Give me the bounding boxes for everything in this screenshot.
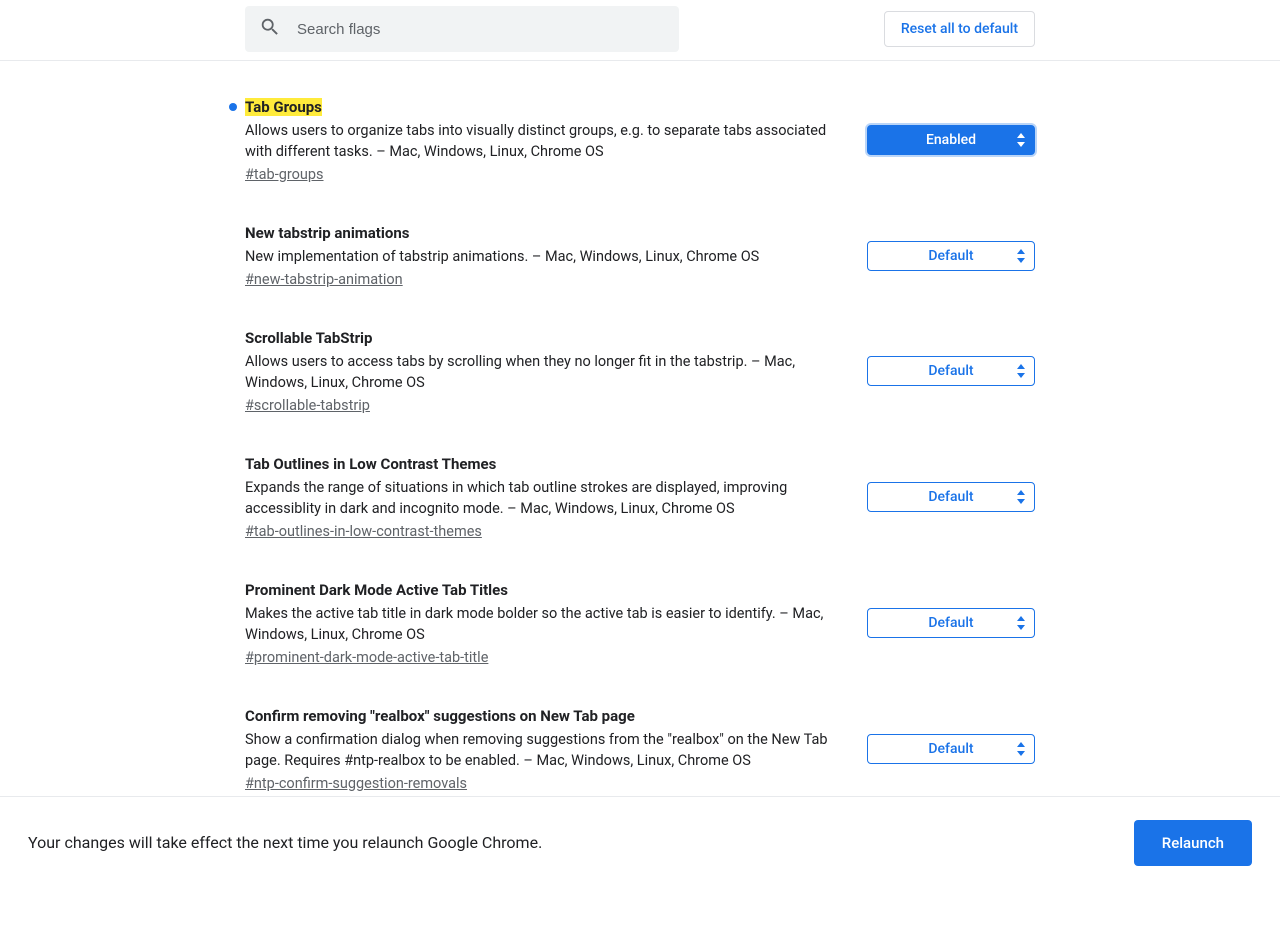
flag-text: Prominent Dark Mode Active Tab Titles Mak… bbox=[245, 580, 867, 666]
reset-all-button[interactable]: Reset all to default bbox=[884, 11, 1035, 47]
select-arrows-icon bbox=[1016, 742, 1026, 756]
flag-select[interactable]: Default bbox=[867, 241, 1035, 271]
topbar: Reset all to default bbox=[245, 6, 1035, 52]
flag-hash-link[interactable]: #tab-groups bbox=[245, 166, 324, 183]
modified-dot-icon bbox=[229, 103, 237, 111]
flag-title: Confirm removing "realbox" suggestions o… bbox=[245, 707, 635, 725]
select-arrows-icon bbox=[1016, 133, 1026, 147]
flag-description: New implementation of tabstrip animation… bbox=[245, 246, 847, 267]
flag-select[interactable]: Default bbox=[867, 482, 1035, 512]
flag-text: Tab Groups Allows users to organize tabs … bbox=[245, 97, 867, 183]
select-arrows-icon bbox=[1016, 364, 1026, 378]
flag-select[interactable]: Default bbox=[867, 608, 1035, 638]
flag-description: Expands the range of situations in which… bbox=[245, 477, 847, 519]
flag-hash-link[interactable]: #ntp-confirm-suggestion-removals bbox=[245, 775, 467, 792]
flags-list: Tab Groups Allows users to organize tabs … bbox=[245, 67, 1035, 792]
flag-row: Tab Groups Allows users to organize tabs … bbox=[245, 97, 1035, 183]
flag-select-value: Default bbox=[928, 741, 973, 757]
flag-text: Confirm removing "realbox" suggestions o… bbox=[245, 706, 867, 792]
flag-text: Tab Outlines in Low Contrast Themes Expan… bbox=[245, 454, 867, 540]
flag-hash-link[interactable]: #prominent-dark-mode-active-tab-title bbox=[245, 649, 488, 666]
flag-description: Allows users to organize tabs into visua… bbox=[245, 120, 847, 162]
select-arrows-icon bbox=[1016, 490, 1026, 504]
relaunch-button[interactable]: Relaunch bbox=[1134, 820, 1252, 866]
flag-select[interactable]: Default bbox=[867, 734, 1035, 764]
flag-text: New tabstrip animations New implementatio… bbox=[245, 223, 867, 288]
select-arrows-icon bbox=[1016, 249, 1026, 263]
search-box[interactable] bbox=[245, 6, 679, 52]
flag-hash-link[interactable]: #tab-outlines-in-low-contrast-themes bbox=[245, 523, 482, 540]
flag-row: Prominent Dark Mode Active Tab Titles Mak… bbox=[245, 580, 1035, 666]
flag-select-value: Enabled bbox=[926, 132, 976, 148]
flag-hash-link[interactable]: #new-tabstrip-animation bbox=[245, 271, 403, 288]
flag-select-value: Default bbox=[928, 489, 973, 505]
flag-row: Confirm removing "realbox" suggestions o… bbox=[245, 706, 1035, 792]
flag-title: New tabstrip animations bbox=[245, 224, 409, 242]
flag-hash-link[interactable]: #scrollable-tabstrip bbox=[245, 397, 370, 414]
flag-description: Show a confirmation dialog when removing… bbox=[245, 729, 847, 771]
flag-description: Allows users to access tabs by scrolling… bbox=[245, 351, 847, 393]
footer-message: Your changes will take effect the next t… bbox=[28, 833, 542, 852]
select-arrows-icon bbox=[1016, 616, 1026, 630]
flag-select-value: Default bbox=[928, 615, 973, 631]
flag-title: Tab Groups bbox=[245, 98, 322, 116]
flag-select[interactable]: Default bbox=[867, 356, 1035, 386]
flag-title: Tab Outlines in Low Contrast Themes bbox=[245, 455, 496, 473]
flag-select[interactable]: Enabled bbox=[867, 125, 1035, 155]
flag-row: Tab Outlines in Low Contrast Themes Expan… bbox=[245, 454, 1035, 540]
flag-title: Prominent Dark Mode Active Tab Titles bbox=[245, 581, 508, 599]
flag-row: Scrollable TabStrip Allows users to acces… bbox=[245, 328, 1035, 414]
flag-description: Makes the active tab title in dark mode … bbox=[245, 603, 847, 645]
flag-select-value: Default bbox=[928, 363, 973, 379]
footer-bar: Your changes will take effect the next t… bbox=[0, 796, 1280, 888]
flag-row: New tabstrip animations New implementatio… bbox=[245, 223, 1035, 288]
flag-title: Scrollable TabStrip bbox=[245, 329, 372, 347]
flag-select-value: Default bbox=[928, 248, 973, 264]
search-input[interactable] bbox=[295, 20, 665, 39]
flag-text: Scrollable TabStrip Allows users to acces… bbox=[245, 328, 867, 414]
search-icon bbox=[259, 16, 295, 42]
